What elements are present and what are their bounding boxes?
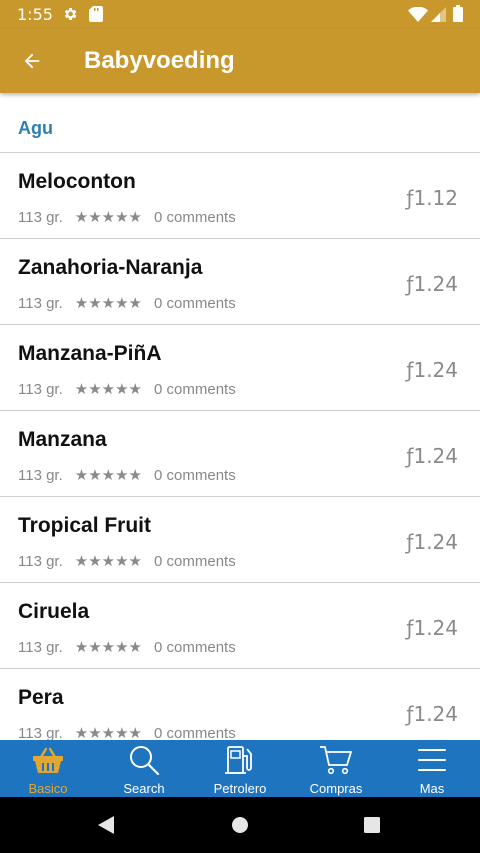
system-nav-bar bbox=[0, 797, 480, 853]
triangle-back-icon bbox=[98, 816, 114, 834]
cellular-signal-icon bbox=[431, 7, 446, 27]
nav-label: Search bbox=[123, 781, 165, 796]
product-row[interactable]: Ciruela 113 gr. ★★★★★ 0 comments ƒ1.24 bbox=[0, 583, 480, 669]
star-rating: ★★★★★ bbox=[74, 295, 143, 312]
menu-icon bbox=[418, 744, 446, 776]
product-weight: 113 gr. bbox=[18, 552, 63, 570]
product-name: Meloconton bbox=[18, 170, 136, 193]
product-row[interactable]: Meloconton 113 gr. ★★★★★ 0 comments ƒ1.1… bbox=[0, 153, 480, 239]
comments-count: 0 comments bbox=[154, 466, 236, 484]
product-meta: 113 gr. ★★★★★ 0 comments bbox=[18, 466, 236, 485]
comments-count: 0 comments bbox=[154, 724, 236, 741]
product-list[interactable]: Agu Meloconton 113 gr. ★★★★★ 0 comments … bbox=[0, 93, 480, 740]
product-name: Manzana bbox=[18, 428, 107, 451]
comments-count: 0 comments bbox=[154, 638, 236, 656]
product-meta: 113 gr. ★★★★★ 0 comments bbox=[18, 638, 236, 657]
product-meta: 113 gr. ★★★★★ 0 comments bbox=[18, 552, 236, 571]
product-weight: 113 gr. bbox=[18, 208, 63, 226]
star-rating: ★★★★★ bbox=[74, 725, 143, 740]
product-row[interactable]: Manzana 113 gr. ★★★★★ 0 comments ƒ1.24 bbox=[0, 411, 480, 497]
nav-label: Petrolero bbox=[213, 781, 267, 796]
product-row[interactable]: Tropical Fruit 113 gr. ★★★★★ 0 comments … bbox=[0, 497, 480, 583]
product-weight: 113 gr. bbox=[18, 466, 63, 484]
square-recents-icon bbox=[364, 817, 380, 833]
nav-label: Mas bbox=[419, 781, 445, 796]
back-button[interactable] bbox=[14, 43, 50, 79]
nav-item-mas[interactable]: Mas bbox=[384, 740, 480, 797]
product-row[interactable]: Pera 113 gr. ★★★★★ 0 comments ƒ1.24 bbox=[0, 669, 480, 740]
settings-gear-icon bbox=[62, 6, 78, 27]
battery-icon bbox=[453, 5, 463, 27]
product-meta: 113 gr. ★★★★★ 0 comments bbox=[18, 724, 236, 741]
star-rating: ★★★★★ bbox=[74, 467, 143, 484]
star-rating: ★★★★★ bbox=[74, 639, 143, 656]
product-row[interactable]: Zanahoria-Naranja 113 gr. ★★★★★ 0 commen… bbox=[0, 239, 480, 325]
status-bar: 1:55 bbox=[0, 0, 480, 29]
circle-home-icon bbox=[232, 817, 248, 833]
nav-item-compras[interactable]: Compras bbox=[288, 740, 384, 797]
product-name: Manzana-PiñA bbox=[18, 342, 162, 365]
basket-icon bbox=[32, 744, 64, 776]
product-price: ƒ1.24 bbox=[406, 444, 458, 468]
arrow-back-icon bbox=[24, 53, 40, 69]
product-weight: 113 gr. bbox=[18, 724, 63, 741]
fuel-pump-icon bbox=[224, 744, 256, 776]
product-name: Zanahoria-Naranja bbox=[18, 256, 203, 279]
product-name: Tropical Fruit bbox=[18, 514, 152, 537]
product-row[interactable]: Manzana-PiñA 113 gr. ★★★★★ 0 comments ƒ1… bbox=[0, 325, 480, 411]
cart-icon bbox=[319, 744, 353, 776]
star-rating: ★★★★★ bbox=[74, 381, 143, 398]
product-weight: 113 gr. bbox=[18, 294, 63, 312]
nav-item-search[interactable]: Search bbox=[96, 740, 192, 797]
comments-count: 0 comments bbox=[154, 552, 236, 570]
comments-count: 0 comments bbox=[154, 208, 236, 226]
system-back-button[interactable] bbox=[97, 815, 115, 840]
section-header: Agu bbox=[0, 93, 480, 153]
system-recents-button[interactable] bbox=[363, 816, 381, 839]
search-icon bbox=[128, 744, 160, 776]
status-time: 1:55 bbox=[17, 5, 53, 24]
system-home-button[interactable] bbox=[231, 816, 249, 839]
comments-count: 0 comments bbox=[154, 294, 236, 312]
star-rating: ★★★★★ bbox=[74, 553, 143, 570]
section-title: Agu bbox=[18, 118, 53, 138]
product-name: Ciruela bbox=[18, 600, 90, 623]
product-weight: 113 gr. bbox=[18, 380, 63, 398]
app-bar: Babyvoeding bbox=[0, 29, 480, 93]
page-title: Babyvoeding bbox=[84, 47, 235, 74]
product-name: Pera bbox=[18, 686, 64, 709]
product-price: ƒ1.12 bbox=[406, 186, 458, 210]
star-rating: ★★★★★ bbox=[74, 209, 143, 226]
nav-item-basico[interactable]: Basico bbox=[0, 740, 96, 797]
product-meta: 113 gr. ★★★★★ 0 comments bbox=[18, 208, 236, 227]
product-price: ƒ1.24 bbox=[406, 272, 458, 296]
nav-item-petrolero[interactable]: Petrolero bbox=[192, 740, 288, 797]
product-weight: 113 gr. bbox=[18, 638, 63, 656]
product-meta: 113 gr. ★★★★★ 0 comments bbox=[18, 380, 236, 399]
product-meta: 113 gr. ★★★★★ 0 comments bbox=[18, 294, 236, 313]
product-price: ƒ1.24 bbox=[406, 702, 458, 726]
product-price: ƒ1.24 bbox=[406, 616, 458, 640]
nav-label: Compras bbox=[309, 781, 363, 796]
sd-card-icon bbox=[89, 6, 103, 27]
comments-count: 0 comments bbox=[154, 380, 236, 398]
bottom-nav: Basico Search Petrolero Compras Mas bbox=[0, 740, 480, 797]
product-price: ƒ1.24 bbox=[406, 530, 458, 554]
nav-label: Basico bbox=[28, 781, 68, 796]
product-price: ƒ1.24 bbox=[406, 358, 458, 382]
wifi-icon bbox=[408, 6, 428, 27]
